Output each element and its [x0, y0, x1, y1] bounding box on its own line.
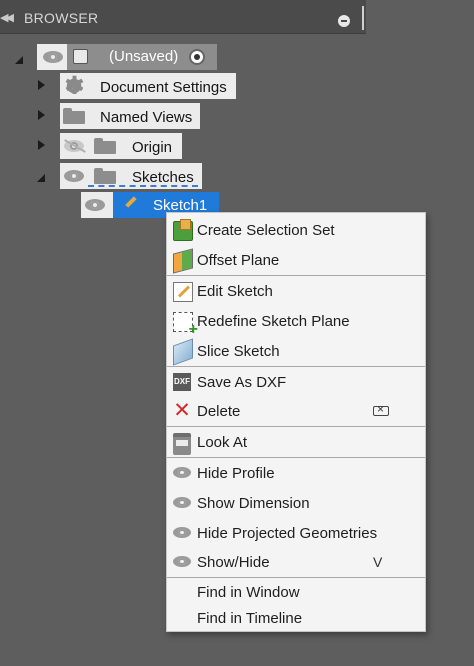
menu-item-look-at[interactable]: Look At: [167, 428, 425, 456]
folder-icon: [94, 168, 116, 184]
menu-separator: [167, 426, 425, 427]
root-label: (Unsaved): [109, 48, 179, 65]
eye-icon: [173, 464, 191, 482]
menu-item-offset-plane[interactable]: Offset Plane: [167, 246, 425, 274]
tree-item-sketches[interactable]: Sketches: [60, 163, 202, 189]
minus-circle-icon[interactable]: [338, 15, 350, 27]
menu-item-create-selection-set[interactable]: Create Selection Set: [167, 216, 425, 244]
tree-item-named-views[interactable]: Named Views: [60, 103, 200, 129]
component-icon: [73, 49, 88, 64]
tree-item-label: Sketches: [132, 169, 194, 186]
double-left-arrow-icon[interactable]: ◀◀: [0, 11, 14, 24]
offset-plane-icon: [173, 248, 193, 274]
menu-item-delete[interactable]: ✕ Delete: [167, 397, 425, 425]
menu-item-find-in-timeline[interactable]: Find in Timeline: [167, 604, 425, 632]
panel-edge: [362, 6, 364, 30]
eye-icon: [173, 494, 191, 512]
context-menu: Create Selection Set Offset Plane Edit S…: [166, 212, 426, 632]
expand-right-icon[interactable]: [38, 80, 45, 90]
menu-item-slice-sketch[interactable]: Slice Sketch: [167, 337, 425, 366]
tree-item-label: Origin: [132, 139, 173, 156]
menu-separator: [167, 457, 425, 458]
menu-separator: [167, 366, 425, 367]
radio-active-icon[interactable]: [189, 49, 205, 65]
erase-key-icon: [373, 402, 389, 416]
browser-header: ◀◀ BROWSER: [0, 0, 366, 34]
folder-icon: [94, 138, 116, 154]
tree-item-document-settings[interactable]: Document Settings: [60, 72, 236, 100]
shortcut-label: V: [373, 554, 383, 570]
expand-triangle-icon[interactable]: [36, 170, 46, 182]
gear-icon: [64, 72, 85, 100]
tree-item-origin[interactable]: Origin: [60, 133, 182, 159]
eye-icon: [173, 553, 191, 571]
menu-item-edit-sketch[interactable]: Edit Sketch: [167, 277, 425, 305]
redefine-plane-icon: [173, 312, 198, 339]
selection-set-icon: [173, 219, 193, 241]
tree-root-node[interactable]: (Unsaved): [37, 44, 217, 70]
menu-item-hide-projected-geometries[interactable]: Hide Projected Geometries: [167, 519, 425, 547]
menu-item-find-in-window[interactable]: Find in Window: [167, 578, 425, 606]
menu-item-hide-profile[interactable]: Hide Profile: [167, 459, 425, 487]
eye-icon[interactable]: [43, 51, 63, 63]
eye-icon[interactable]: [64, 170, 84, 182]
expand-right-icon[interactable]: [38, 110, 45, 120]
delete-x-icon: ✕: [173, 399, 191, 422]
menu-item-show-hide[interactable]: Show/Hide V: [167, 548, 425, 576]
eye-icon: [173, 524, 191, 542]
dashed-underline: [88, 185, 198, 187]
look-at-icon: [173, 433, 191, 455]
expand-triangle-icon[interactable]: [14, 52, 24, 64]
menu-item-redefine-sketch-plane[interactable]: Redefine Sketch Plane: [167, 307, 425, 339]
browser-title: BROWSER: [24, 10, 99, 26]
dxf-icon: DXF: [173, 373, 191, 391]
eye-icon[interactable]: [85, 199, 105, 211]
folder-icon: [63, 108, 85, 124]
tree-item-label: Document Settings: [100, 79, 227, 96]
menu-separator: [167, 275, 425, 276]
expand-right-icon[interactable]: [38, 140, 45, 150]
menu-item-save-as-dxf[interactable]: DXF Save As DXF: [167, 368, 425, 396]
edit-sketch-icon: [173, 282, 193, 302]
slice-icon: [173, 338, 193, 366]
tree-item-label: Named Views: [100, 109, 193, 126]
menu-item-show-dimension[interactable]: Show Dimension: [167, 489, 425, 517]
